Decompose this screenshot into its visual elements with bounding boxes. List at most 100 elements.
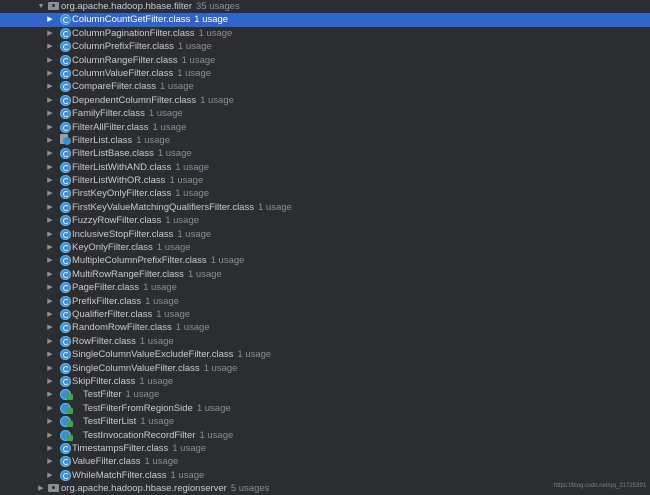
- tree-item[interactable]: ▶ ColumnCountGetFilter.class 1 usage: [0, 13, 650, 27]
- chevron-right-icon[interactable]: ▶: [45, 174, 55, 187]
- tree-item[interactable]: ▶ PrefixFilter.class 1 usage: [0, 295, 650, 308]
- item-label: ColumnRangeFilter.class 1 usage: [72, 54, 215, 67]
- chevron-right-icon[interactable]: ▶: [45, 281, 55, 294]
- tree-item[interactable]: ▶ ColumnValueFilter.class 1 usage: [0, 67, 650, 80]
- chevron-right-icon[interactable]: ▶: [45, 54, 55, 67]
- class-icon: [60, 27, 71, 39]
- tree-item[interactable]: ▶ PageFilter.class 1 usage: [0, 281, 650, 294]
- tree-item[interactable]: ▶ FilterAllFilter.class 1 usage: [0, 121, 650, 134]
- chevron-right-icon[interactable]: ▶: [45, 402, 55, 415]
- chevron-right-icon[interactable]: ▶: [45, 228, 55, 241]
- item-name: FilterListWithOR.class: [72, 175, 166, 187]
- usage-count: 1 usage: [136, 134, 170, 146]
- tree-item[interactable]: ▶ TestFilter 1 usage: [0, 388, 650, 401]
- chevron-right-icon[interactable]: ▶: [45, 429, 55, 442]
- usage-count: 1 usage: [194, 14, 229, 26]
- chevron-right-icon[interactable]: ▶: [45, 362, 55, 375]
- item-label: ColumnPrefixFilter.class 1 usage: [72, 40, 212, 53]
- chevron-right-icon[interactable]: ▶: [45, 121, 55, 134]
- chevron-right-icon[interactable]: ▶: [45, 388, 55, 401]
- chevron-right-icon[interactable]: ▶: [36, 482, 46, 495]
- tree-item[interactable]: ▶ KeyOnlyFilter.class 1 usage: [0, 241, 650, 254]
- test-badge-icon: [67, 434, 73, 441]
- chevron-right-icon[interactable]: ▶: [45, 469, 55, 482]
- class-file-icon: [60, 133, 71, 146]
- chevron-right-icon[interactable]: ▶: [45, 201, 55, 214]
- chevron-right-icon[interactable]: ▶: [45, 27, 55, 40]
- item-label: TestInvocationRecordFilter 1 usage: [83, 429, 233, 442]
- tree-item[interactable]: ▶ ValueFilter.class 1 usage: [0, 455, 650, 468]
- tree-item[interactable]: ▶ InclusiveStopFilter.class 1 usage: [0, 228, 650, 241]
- tree-item[interactable]: ▶ QualifierFilter.class 1 usage: [0, 308, 650, 321]
- tree-item[interactable]: ▶ FilterListWithOR.class 1 usage: [0, 174, 650, 187]
- tree-item[interactable]: ▶ TestFilterList 1 usage: [0, 415, 650, 428]
- item-name: TestFilterList: [83, 416, 137, 428]
- chevron-right-icon[interactable]: ▶: [45, 415, 55, 428]
- tree-item[interactable]: ▶ FamilyFilter.class 1 usage: [0, 107, 650, 120]
- tree-item[interactable]: ▶ FilterListBase.class 1 usage: [0, 147, 650, 160]
- tree-item[interactable]: ▶ ColumnPrefixFilter.class 1 usage: [0, 40, 650, 53]
- class-icon: [60, 148, 71, 160]
- item-label: DependentColumnFilter.class 1 usage: [72, 94, 234, 107]
- tree-item[interactable]: ▶ MultipleColumnPrefixFilter.class 1 usage: [0, 254, 650, 267]
- tree-item[interactable]: ▶ FuzzyRowFilter.class 1 usage: [0, 214, 650, 227]
- chevron-right-icon[interactable]: ▶: [45, 254, 55, 267]
- chevron-right-icon[interactable]: ▶: [45, 335, 55, 348]
- tree-item[interactable]: ▶ CompareFilter.class 1 usage: [0, 80, 650, 93]
- item-name: TimestampsFilter.class: [72, 442, 169, 454]
- class-icon: [60, 14, 71, 26]
- chevron-right-icon[interactable]: ▶: [45, 442, 55, 455]
- tree-item[interactable]: ▶ ColumnPaginationFilter.class 1 usage: [0, 27, 650, 40]
- chevron-right-icon[interactable]: ▶: [45, 187, 55, 200]
- package-row-regionserver[interactable]: ▶ org.apache.hadoop.hbase.regionserver 5 …: [0, 482, 650, 495]
- tree-item[interactable]: ▶ ColumnRangeFilter.class 1 usage: [0, 54, 650, 67]
- tree-item[interactable]: ▶ TestFilterFromRegionSide 1 usage: [0, 402, 650, 415]
- tree-item[interactable]: ▶ SingleColumnValueExcludeFilter.class 1 u…: [0, 348, 650, 361]
- usage-count: 1 usage: [203, 362, 238, 374]
- chevron-right-icon[interactable]: ▶: [45, 40, 55, 53]
- chevron-right-icon[interactable]: ▶: [45, 147, 55, 160]
- chevron-right-icon[interactable]: ▶: [45, 134, 55, 147]
- chevron-right-icon[interactable]: ▶: [45, 268, 55, 281]
- tree-item[interactable]: ▶ MultiRowRangeFilter.class 1 usage: [0, 268, 650, 281]
- tree-item[interactable]: ▶ FilterList.class 1 usage: [0, 133, 650, 147]
- item-name: ColumnPaginationFilter.class: [72, 27, 195, 39]
- package-row-filter[interactable]: ▼ org.apache.hadoop.hbase.filter 35 usage…: [0, 0, 650, 13]
- chevron-right-icon[interactable]: ▶: [45, 94, 55, 107]
- chevron-right-icon[interactable]: ▶: [45, 455, 55, 468]
- chevron-right-icon[interactable]: ▶: [45, 80, 55, 93]
- tree-item[interactable]: ▶ TestInvocationRecordFilter 1 usage: [0, 429, 650, 442]
- tree-item[interactable]: ▶ FirstKeyOnlyFilter.class 1 usage: [0, 187, 650, 200]
- chevron-right-icon[interactable]: ▶: [45, 214, 55, 227]
- class-icon: [60, 67, 71, 79]
- tree-item[interactable]: ▶ FilterListWithAND.class 1 usage: [0, 161, 650, 174]
- test-badge-icon: [67, 421, 73, 428]
- chevron-right-icon[interactable]: ▶: [45, 295, 55, 308]
- chevron-right-icon[interactable]: ▶: [45, 161, 55, 174]
- tree-item[interactable]: ▶ WhileMatchFilter.class 1 usage: [0, 469, 650, 482]
- chevron-right-icon[interactable]: ▶: [45, 321, 55, 334]
- tree-item[interactable]: ▶ SkipFilter.class 1 usage: [0, 375, 650, 388]
- usage-count: 1 usage: [196, 402, 231, 414]
- chevron-right-icon[interactable]: ▶: [45, 375, 55, 388]
- class-icon: [60, 322, 71, 334]
- chevron-right-icon[interactable]: ▶: [45, 308, 55, 321]
- tree-item[interactable]: ▶ DependentColumnFilter.class 1 usage: [0, 94, 650, 107]
- tree-item[interactable]: ▶ FirstKeyValueMatchingQualifiersFilter.c…: [0, 201, 650, 214]
- chevron-right-icon[interactable]: ▶: [45, 348, 55, 361]
- chevron-right-icon[interactable]: ▶: [45, 13, 55, 26]
- item-label: PageFilter.class 1 usage: [72, 281, 177, 294]
- tree-item[interactable]: ▶ SingleColumnValueFilter.class 1 usage: [0, 362, 650, 375]
- usage-count: 1 usage: [125, 389, 160, 401]
- chevron-right-icon[interactable]: ▶: [45, 107, 55, 120]
- usage-count: 1 usage: [139, 375, 174, 387]
- chevron-right-icon[interactable]: ▶: [45, 241, 55, 254]
- usage-count: 1 usage: [139, 335, 174, 347]
- chevron-down-icon[interactable]: ▼: [36, 0, 46, 13]
- usage-count: 1 usage: [144, 456, 179, 468]
- tree-item[interactable]: ▶ RandomRowFilter.class 1 usage: [0, 321, 650, 334]
- class-icon: [60, 268, 71, 280]
- tree-item[interactable]: ▶ RowFilter.class 1 usage: [0, 335, 650, 348]
- tree-item[interactable]: ▶ TimestampsFilter.class 1 usage: [0, 442, 650, 455]
- chevron-right-icon[interactable]: ▶: [45, 67, 55, 80]
